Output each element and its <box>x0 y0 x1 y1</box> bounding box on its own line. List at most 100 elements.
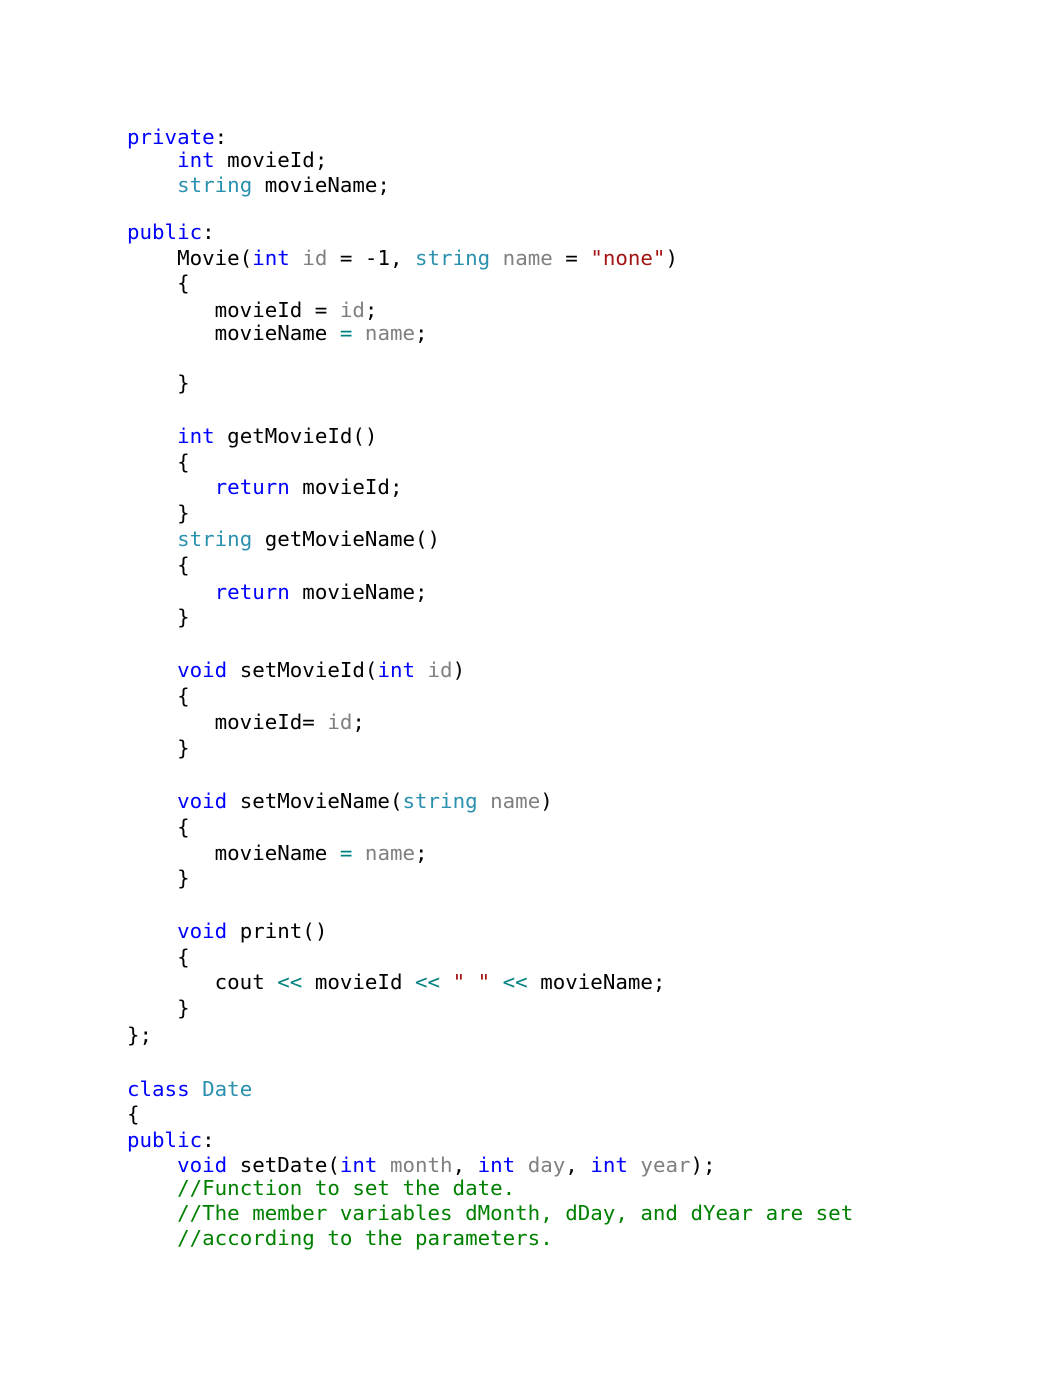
keyword-token: int <box>177 148 215 172</box>
parameter-token: id <box>302 246 328 270</box>
code-text: : <box>202 1128 215 1152</box>
keyword-token: int <box>177 424 215 448</box>
parameter-token: name <box>502 246 553 270</box>
keyword-token: int <box>252 246 290 270</box>
code-text: : <box>214 125 228 149</box>
code-text: { <box>127 271 190 295</box>
comment-token: //according to the parameters. <box>177 1226 553 1250</box>
keyword-token: int <box>477 1153 516 1177</box>
operator-token: << <box>277 970 303 994</box>
code-text: = <box>552 246 591 270</box>
keyword-token: void <box>177 789 228 813</box>
code-text: ; <box>352 710 365 734</box>
code-line: } <box>127 501 190 525</box>
code-text: } <box>127 501 190 525</box>
parameter-token: id <box>339 298 365 322</box>
code-line: { <box>127 450 190 474</box>
parameter-token: id <box>327 710 353 734</box>
code-line: void setMovieName(string name) <box>127 789 553 813</box>
operator-token: = <box>339 321 353 345</box>
keyword-token: void <box>177 658 228 682</box>
operator-token: = <box>339 841 353 865</box>
code-line: int movieId; <box>127 148 327 172</box>
code-line: } <box>127 605 190 629</box>
code-line: int getMovieId() <box>127 424 377 448</box>
code-text: } <box>127 866 190 890</box>
code-line: string movieName; <box>127 173 390 197</box>
code-line: { <box>127 553 190 577</box>
code-text: , <box>565 1153 591 1177</box>
code-text: getMovieId() <box>214 424 378 448</box>
code-line: Movie(int id = -1, string name = "none") <box>127 246 678 270</box>
parameter-token: name <box>364 321 416 345</box>
code-line: string getMovieName() <box>127 527 440 551</box>
code-line: { <box>127 271 190 295</box>
code-line: void print() <box>127 919 327 943</box>
code-text: }; <box>127 1023 153 1047</box>
code-line: } <box>127 996 190 1020</box>
code-text: : <box>202 220 215 244</box>
code-text: } <box>127 371 190 395</box>
code-line: cout << movieId << " " << movieName; <box>127 970 666 994</box>
code-line: } <box>127 371 190 395</box>
code-line: private: <box>127 125 227 149</box>
keyword-token: return <box>214 580 290 604</box>
keyword-token: int <box>590 1153 628 1177</box>
code-line: { <box>127 684 190 708</box>
code-line: public: <box>127 1128 215 1152</box>
keyword-token: void <box>177 919 228 943</box>
keyword-token: void <box>177 1153 228 1177</box>
code-text: movieId; <box>289 475 403 499</box>
code-line: }; <box>127 1023 152 1047</box>
parameter-token: year <box>640 1153 691 1177</box>
string-token: " " <box>452 970 491 994</box>
code-text: ) <box>665 246 678 270</box>
code-text: movieName; <box>252 173 390 197</box>
code-text: movieName <box>127 321 340 345</box>
parameter-token: day <box>527 1153 566 1177</box>
code-line: //according to the parameters. <box>127 1226 553 1250</box>
code-text: } <box>127 996 190 1020</box>
type-token: string <box>402 789 478 813</box>
string-token: "none" <box>590 246 666 270</box>
code-line: { <box>127 1102 140 1126</box>
code-text: } <box>127 605 190 629</box>
code-line: { <box>127 945 190 969</box>
code-text: movieId; <box>214 148 328 172</box>
code-text: setDate( <box>227 1153 340 1177</box>
comment-token: //The member variables dMonth, dDay, and… <box>177 1201 854 1225</box>
code-text: , <box>452 1153 478 1177</box>
code-text: getMovieName() <box>252 527 441 551</box>
code-line: class Date <box>127 1077 252 1101</box>
code-line: //Function to set the date. <box>127 1176 515 1200</box>
code-line: } <box>127 736 190 760</box>
keyword-token: class <box>127 1077 190 1101</box>
code-line: //The member variables dMonth, dDay, and… <box>127 1201 853 1225</box>
code-text: cout <box>127 970 278 994</box>
code-text: setMovieName( <box>227 789 403 813</box>
code-text: { <box>127 945 190 969</box>
type-token: string <box>415 246 491 270</box>
code-text: ); <box>690 1153 716 1177</box>
code-line: return movieId; <box>127 475 403 499</box>
code-text: print() <box>227 919 328 943</box>
parameter-token: id <box>427 658 453 682</box>
